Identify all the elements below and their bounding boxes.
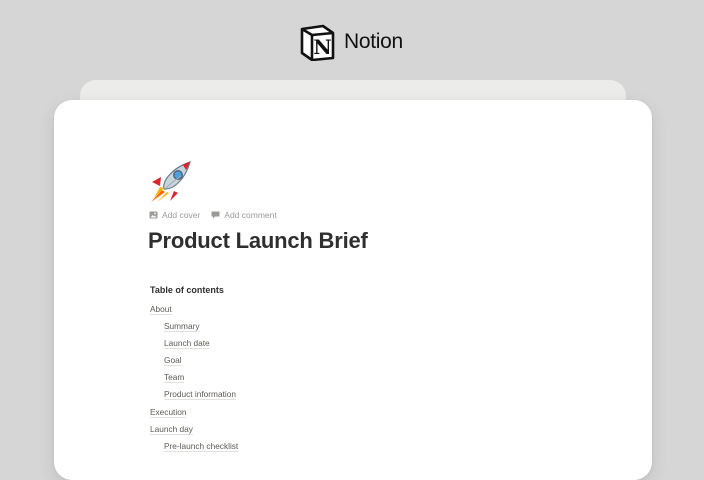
add-comment-label: Add comment xyxy=(224,210,277,220)
page-actions: Add cover Add comment xyxy=(149,210,277,220)
add-comment-button[interactable]: Add comment xyxy=(211,210,277,220)
svg-text:N: N xyxy=(313,35,331,59)
page-title[interactable]: Product Launch Brief xyxy=(148,228,368,254)
toc-item-summary[interactable]: Summary xyxy=(150,320,238,337)
toc-item-goal[interactable]: Goal xyxy=(150,354,238,371)
toc-item-execution[interactable]: Execution xyxy=(150,406,238,423)
rocket-emoji-icon[interactable] xyxy=(148,158,196,204)
toc-item-about[interactable]: About xyxy=(150,303,238,320)
brand: N Notion xyxy=(299,23,403,61)
comment-icon xyxy=(211,211,220,219)
image-icon xyxy=(149,211,158,219)
add-cover-button[interactable]: Add cover xyxy=(149,210,200,220)
notion-logo-icon: N xyxy=(299,23,336,61)
toc-item-pre-launch-checklist[interactable]: Pre-launch checklist xyxy=(150,440,239,457)
toc-heading: Table of contents xyxy=(150,285,224,295)
toc-item-launch-day[interactable]: Launch day xyxy=(150,423,238,440)
brand-name: Notion xyxy=(344,30,403,53)
toc-item-launch-date[interactable]: Launch date xyxy=(150,337,238,354)
toc-item-product-information[interactable]: Product information xyxy=(150,388,238,405)
add-cover-label: Add cover xyxy=(162,210,201,220)
page-card: Add cover Add comment Product Launch Bri… xyxy=(54,100,652,480)
toc-item-team[interactable]: Team xyxy=(150,371,238,388)
table-of-contents: About Summary Launch date Goal Team Prod… xyxy=(150,303,239,457)
